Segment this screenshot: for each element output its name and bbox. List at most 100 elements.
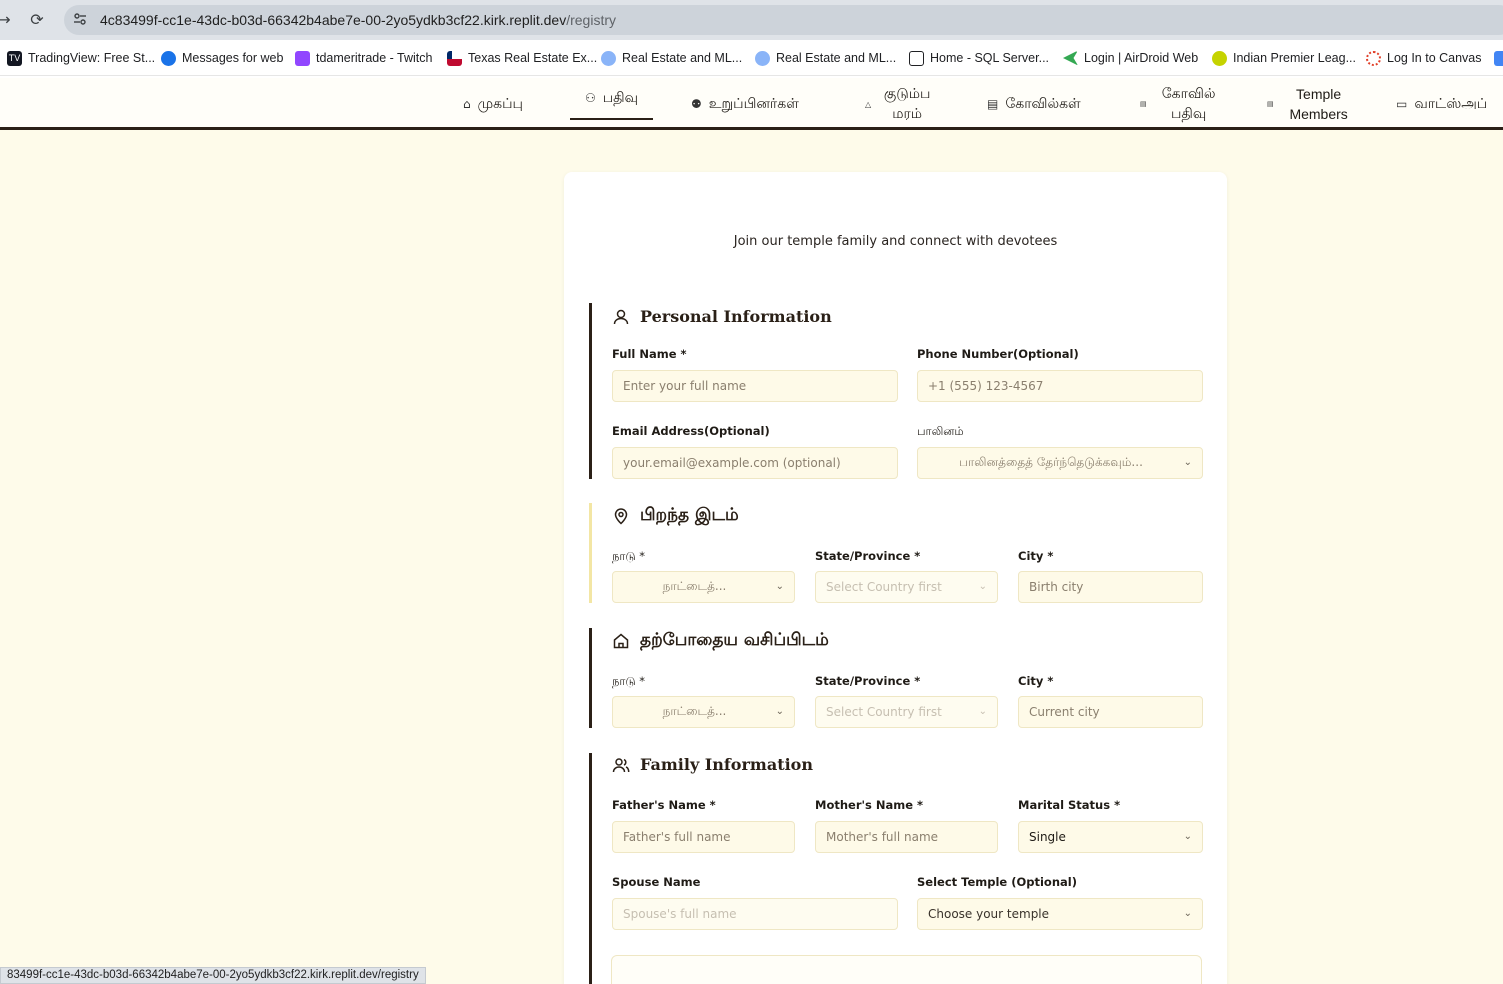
building-icon: ▤ bbox=[987, 97, 999, 111]
bookmark-sql-server[interactable]: Home - SQL Server... bbox=[909, 49, 1049, 67]
map-pin-icon bbox=[614, 508, 628, 525]
url-path: /registry bbox=[566, 12, 616, 28]
bookmark-tradingview[interactable]: TV TradingView: Free St... bbox=[7, 49, 155, 67]
bookmark-ipl[interactable]: Indian Premier Leag... bbox=[1212, 49, 1356, 67]
next-section-box bbox=[611, 955, 1202, 984]
birth-state-value: Select Country first bbox=[826, 580, 942, 594]
family-info-header: Family Information bbox=[612, 755, 813, 774]
birth-country-value: நாட்டைத்... bbox=[662, 579, 727, 593]
chevron-down-icon: ⌄ bbox=[1183, 457, 1192, 468]
bookmark-messages[interactable]: Messages for web bbox=[161, 49, 283, 67]
birth-city-label: City * bbox=[1018, 549, 1054, 563]
nav-family-tree[interactable]: △ குடும்ப மரம் bbox=[865, 78, 936, 130]
messages-icon bbox=[161, 50, 176, 66]
birth-place-section: பிறந்த இடம் நாடு * நாட்டைத்... ⌄ State/P… bbox=[589, 503, 1203, 603]
residence-country-select[interactable]: நாட்டைத்... ⌄ bbox=[612, 696, 795, 728]
building-icon: ▤ bbox=[1267, 100, 1274, 108]
chevron-down-icon: ⌄ bbox=[1183, 831, 1192, 842]
birth-city-input[interactable]: Birth city bbox=[1018, 571, 1203, 603]
home-icon: ⌂ bbox=[463, 97, 471, 111]
chevron-down-icon: ⌄ bbox=[978, 581, 987, 592]
spouse-name-input[interactable]: Spouse's full name bbox=[612, 898, 898, 930]
birth-country-select[interactable]: நாட்டைத்... ⌄ bbox=[612, 571, 795, 603]
email-input[interactable]: your.email@example.com (optional) bbox=[612, 447, 898, 479]
email-label: Email Address(Optional) bbox=[612, 424, 770, 438]
birth-place-title: பிறந்த இடம் bbox=[640, 505, 739, 525]
residence-state-select[interactable]: Select Country first ⌄ bbox=[815, 696, 998, 728]
users-icon bbox=[612, 757, 630, 772]
nav-whatsapp[interactable]: ▭ வாட்ஸ்அப் bbox=[1396, 78, 1487, 130]
residence-header: தற்போதைய வசிப்பிடம் bbox=[612, 630, 829, 652]
status-bar-url: 83499f-cc1e-43dc-b03d-66342b4abe7e-00-2y… bbox=[0, 967, 426, 984]
building-icon: ▤ bbox=[1140, 100, 1147, 108]
nav-registry[interactable]: ⚇ பதிவு bbox=[570, 78, 653, 120]
airdroid-icon bbox=[1063, 50, 1078, 66]
chevron-down-icon: ⌄ bbox=[1183, 908, 1192, 919]
forward-icon[interactable]: → bbox=[0, 10, 14, 30]
tradingview-icon: TV bbox=[7, 50, 22, 66]
residence-country-value: நாட்டைத்... bbox=[662, 704, 727, 718]
select-temple-select[interactable]: Choose your temple ⌄ bbox=[917, 898, 1203, 930]
user-icon bbox=[613, 309, 629, 324]
bookmark-real-estate-2[interactable]: Real Estate and ML... bbox=[755, 49, 896, 67]
family-info-title: Family Information bbox=[640, 755, 813, 774]
father-name-label: Father's Name * bbox=[612, 798, 716, 812]
form-subtitle: Join our temple family and connect with … bbox=[733, 234, 1058, 249]
family-info-section: Family Information Father's Name * Fathe… bbox=[589, 753, 1203, 983]
users-icon: ⚉ bbox=[691, 97, 702, 111]
bookmark-texas-real-estate[interactable]: Texas Real Estate Ex... bbox=[447, 49, 597, 67]
texas-flag-icon bbox=[447, 50, 462, 66]
nav-home[interactable]: ⌂ முகப்பு bbox=[463, 78, 523, 130]
residence-title: தற்போதைய வசிப்பிடம் bbox=[640, 630, 829, 650]
nav-temple-members[interactable]: ▤ Temple Members bbox=[1267, 78, 1357, 130]
gender-select[interactable]: பாலினத்தைத் தேர்ந்தெடுக்கவும்... ⌄ bbox=[917, 447, 1203, 479]
nav-temples[interactable]: ▤ கோவில்கள் bbox=[987, 78, 1081, 130]
mother-name-label: Mother's Name * bbox=[815, 798, 924, 812]
chevron-down-icon: ⌄ bbox=[775, 581, 784, 592]
canvas-icon bbox=[1366, 50, 1381, 66]
bookmark-twitch[interactable]: tdameritrade - Twitch bbox=[295, 49, 432, 67]
bookmark-real-estate-1[interactable]: Real Estate and ML... bbox=[601, 49, 742, 67]
spouse-name-label: Spouse Name bbox=[612, 875, 701, 889]
tree-icon: △ bbox=[865, 99, 872, 109]
site-settings-icon[interactable] bbox=[72, 11, 88, 27]
marital-status-select[interactable]: Single ⌄ bbox=[1018, 821, 1203, 853]
birth-state-select[interactable]: Select Country first ⌄ bbox=[815, 571, 998, 603]
father-name-input[interactable]: Father's full name bbox=[612, 821, 795, 853]
marital-status-value: Single bbox=[1029, 830, 1066, 844]
mother-name-input[interactable]: Mother's full name bbox=[815, 821, 998, 853]
globe-icon bbox=[755, 50, 770, 66]
bookmarks-bar: TV TradingView: Free St... Messages for w… bbox=[0, 40, 1503, 76]
nav-members[interactable]: ⚉ உறுப்பினர்கள் bbox=[691, 78, 799, 130]
bookmark-overflow[interactable] bbox=[1494, 49, 1503, 67]
url-host: 4c83499f-cc1e-43dc-b03d-66342b4abe7e-00-… bbox=[100, 12, 567, 28]
birth-state-label: State/Province * bbox=[815, 549, 921, 563]
ball-icon bbox=[1212, 50, 1227, 66]
browser-chrome: → ⟳ 4c83499f-cc1e-43dc-b03d-66342b4abe7e… bbox=[0, 0, 1503, 78]
address-bar-area: → ⟳ 4c83499f-cc1e-43dc-b03d-66342b4abe7e… bbox=[0, 0, 1503, 40]
select-temple-value: Choose your temple bbox=[928, 907, 1050, 921]
phone-label: Phone Number(Optional) bbox=[917, 347, 1079, 361]
full-name-input[interactable]: Enter your full name bbox=[612, 370, 898, 402]
url-text[interactable]: 4c83499f-cc1e-43dc-b03d-66342b4abe7e-00-… bbox=[100, 12, 616, 28]
reload-icon[interactable]: ⟳ bbox=[27, 10, 47, 30]
home-icon bbox=[613, 633, 629, 649]
chart-icon bbox=[909, 50, 924, 66]
select-temple-label: Select Temple (Optional) bbox=[917, 875, 1077, 889]
chevron-down-icon: ⌄ bbox=[775, 706, 784, 717]
bookmark-canvas[interactable]: Log In to Canvas bbox=[1366, 49, 1482, 67]
google-icon bbox=[1494, 50, 1503, 66]
next-section-edge bbox=[589, 955, 593, 984]
personal-info-title: Personal Information bbox=[640, 307, 832, 326]
bookmark-airdroid[interactable]: Login | AirDroid Web bbox=[1063, 49, 1198, 67]
nav-temple-registry[interactable]: ▤ கோவில் பதிவு bbox=[1140, 78, 1224, 130]
residence-state-label: State/Province * bbox=[815, 674, 921, 688]
phone-input[interactable]: +1 (555) 123-4567 bbox=[917, 370, 1203, 402]
app-navbar: ⌂ முகப்பு ⚇ பதிவு ⚉ உறுப்பினர்கள் △ குடு… bbox=[0, 78, 1503, 130]
personal-info-section: Personal Information Full Name * Enter y… bbox=[589, 303, 1203, 479]
marital-status-label: Marital Status * bbox=[1018, 798, 1121, 812]
gender-label: பாலினம் bbox=[917, 424, 964, 438]
residence-city-input[interactable]: Current city bbox=[1018, 696, 1203, 728]
twitch-icon bbox=[295, 50, 310, 66]
residence-country-label: நாடு * bbox=[612, 674, 646, 688]
